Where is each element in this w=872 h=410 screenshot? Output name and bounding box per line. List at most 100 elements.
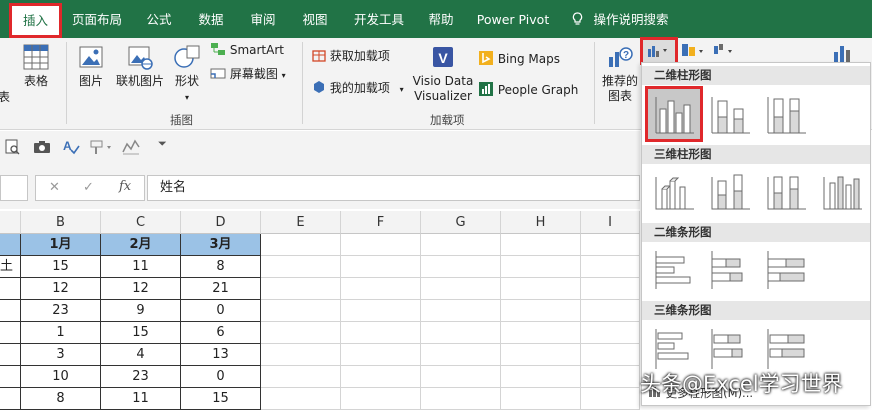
100-stacked-bar-chart-option[interactable] (760, 245, 812, 295)
table-cell[interactable]: 12 (21, 278, 101, 300)
100-stacked-column-chart-option[interactable] (760, 89, 812, 139)
table-cell[interactable]: 土 (0, 256, 21, 278)
3d-clustered-bar-option[interactable] (648, 323, 700, 373)
smartart-button[interactable]: SmartArt (210, 42, 284, 58)
table-cell[interactable]: 4 (101, 344, 181, 366)
empty-cell[interactable] (421, 278, 501, 300)
3d-100-stacked-bar-option[interactable] (760, 323, 812, 373)
empty-cell[interactable] (501, 344, 581, 366)
table-header-cell[interactable]: 2月 (101, 234, 181, 256)
empty-cell[interactable] (261, 322, 341, 344)
stacked-column-chart-option[interactable] (704, 89, 756, 139)
formula-input[interactable]: 姓名 (147, 175, 640, 201)
empty-cell[interactable] (261, 388, 341, 410)
empty-cell[interactable] (421, 344, 501, 366)
table-cell[interactable] (0, 344, 21, 366)
table-cell[interactable]: 0 (181, 300, 261, 322)
table-cell[interactable] (0, 278, 21, 300)
hierarchy-chart-button[interactable] (680, 42, 708, 63)
empty-cell[interactable] (421, 256, 501, 278)
shapes-button[interactable]: 形状 ▾ (170, 44, 204, 105)
table-header-cell[interactable] (0, 234, 21, 256)
empty-cell[interactable] (341, 234, 421, 256)
tab-insert[interactable]: 插入 (9, 3, 62, 38)
table-cell[interactable]: 8 (21, 388, 101, 410)
table-cell[interactable]: 8 (181, 256, 261, 278)
empty-cell[interactable] (341, 256, 421, 278)
confirm-icon[interactable]: ✓ (83, 180, 94, 195)
empty-cell[interactable] (421, 366, 501, 388)
column-header-c[interactable]: C (101, 211, 181, 234)
table-cell[interactable]: 13 (181, 344, 261, 366)
empty-cell[interactable] (261, 344, 341, 366)
empty-cell[interactable] (261, 256, 341, 278)
column-chart-dropdown-button[interactable] (640, 37, 678, 65)
table-button[interactable]: 表格 (18, 44, 54, 89)
empty-cell[interactable] (421, 322, 501, 344)
tab-page-layout[interactable]: 页面布局 (66, 8, 128, 34)
table-cell[interactable]: 3 (21, 344, 101, 366)
tab-help[interactable]: 帮助 (420, 8, 462, 34)
empty-cell[interactable] (421, 388, 501, 410)
table-header-cell[interactable]: 3月 (181, 234, 261, 256)
waterfall-chart-button[interactable] (712, 42, 740, 63)
empty-cell[interactable] (341, 344, 421, 366)
column-header-i[interactable]: I (581, 211, 640, 234)
table-cell[interactable]: 10 (21, 366, 101, 388)
table-cell[interactable]: 11 (101, 388, 181, 410)
tab-formulas[interactable]: 公式 (138, 8, 180, 34)
table-cell[interactable]: 12 (101, 278, 181, 300)
empty-cell[interactable] (581, 300, 640, 322)
tab-data[interactable]: 数据 (190, 8, 232, 34)
customize-toolbar-icon[interactable]: ⏷ (158, 137, 167, 151)
table-cell[interactable]: 23 (101, 366, 181, 388)
empty-cell[interactable] (341, 278, 421, 300)
format-painter-icon[interactable] (88, 138, 116, 159)
empty-cell[interactable] (581, 234, 640, 256)
empty-cell[interactable] (501, 256, 581, 278)
tell-me-search[interactable]: 操作说明搜索 (572, 8, 682, 34)
empty-cell[interactable] (581, 344, 640, 366)
stacked-bar-chart-option[interactable] (704, 245, 756, 295)
empty-cell[interactable] (501, 322, 581, 344)
empty-cell[interactable] (341, 366, 421, 388)
table-cell[interactable]: 9 (101, 300, 181, 322)
column-header-g[interactable]: G (421, 211, 501, 234)
empty-cell[interactable] (341, 300, 421, 322)
empty-cell[interactable] (581, 322, 640, 344)
table-cell[interactable]: 1 (21, 322, 101, 344)
name-box[interactable] (0, 175, 28, 201)
empty-cell[interactable] (581, 278, 640, 300)
insert-function-button[interactable]: fx (119, 179, 131, 194)
3d-100-stacked-column-option[interactable] (760, 167, 812, 217)
table-cell[interactable] (0, 366, 21, 388)
get-addins-button[interactable]: 获取加载项 (312, 48, 390, 64)
empty-cell[interactable] (581, 366, 640, 388)
tab-view[interactable]: 视图 (294, 8, 336, 34)
column-header-e[interactable]: E (261, 211, 341, 234)
empty-cell[interactable] (581, 388, 640, 410)
screenshot-button[interactable]: 屏幕截图 ▾ (210, 66, 286, 83)
picture-button[interactable]: 图片 (74, 44, 108, 89)
table-cell[interactable]: 15 (181, 388, 261, 410)
empty-cell[interactable] (261, 278, 341, 300)
column-header-f[interactable]: F (341, 211, 421, 234)
table-header-cell[interactable]: 1月 (21, 234, 101, 256)
tab-power-pivot[interactable]: Power Pivot (470, 8, 556, 34)
camera-icon[interactable] (33, 139, 51, 158)
visio-data-visualizer-button[interactable]: V Visio Data Visualizer (412, 44, 474, 104)
3d-stacked-bar-option[interactable] (704, 323, 756, 373)
table-cell[interactable]: 0 (181, 366, 261, 388)
table-cell[interactable]: 6 (181, 322, 261, 344)
spell-check-icon[interactable]: A (62, 138, 80, 159)
tab-review[interactable]: 审阅 (242, 8, 284, 34)
table-cell[interactable]: 23 (21, 300, 101, 322)
online-picture-button[interactable]: 联机图片 (112, 44, 168, 89)
people-graph-button[interactable]: People Graph (478, 81, 578, 98)
clustered-bar-chart-option[interactable] (648, 245, 700, 295)
3d-clustered-column-option[interactable] (648, 167, 700, 217)
column-header-h[interactable]: H (501, 211, 581, 234)
empty-cell[interactable] (341, 322, 421, 344)
empty-cell[interactable] (421, 234, 501, 256)
empty-cell[interactable] (501, 278, 581, 300)
